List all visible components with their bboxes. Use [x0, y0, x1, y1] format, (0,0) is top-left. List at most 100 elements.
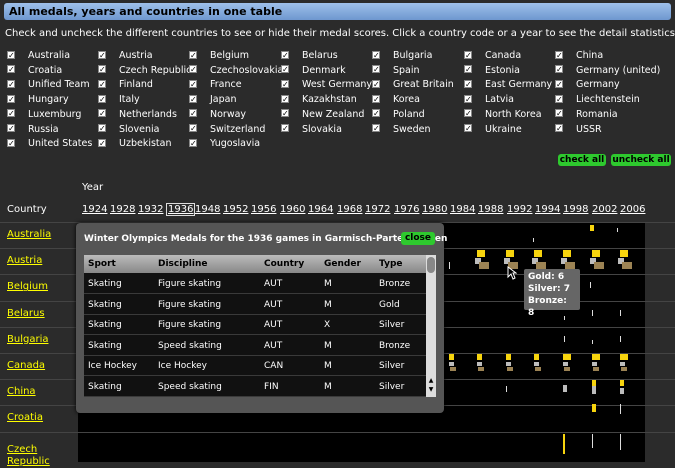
bronze-medal-mark[interactable] [564, 367, 570, 371]
country-checkbox-item[interactable]: ✓ Belarus [281, 49, 338, 63]
gold-medal-mark[interactable] [506, 354, 511, 360]
medal-tick-mark[interactable] [620, 336, 621, 342]
checkbox-checked-icon[interactable]: ✓ [7, 50, 15, 59]
medal-tick-mark[interactable] [620, 310, 621, 316]
checkbox-checked-icon[interactable]: ✓ [7, 94, 15, 103]
bronze-medal-mark[interactable] [479, 262, 489, 269]
uncheck-all-button[interactable]: uncheck all [611, 154, 671, 166]
checkbox-checked-icon[interactable]: ✓ [281, 109, 289, 118]
gold-medal-mark[interactable] [449, 354, 454, 360]
country-checkbox-item[interactable]: ✓ Czech Republic [98, 64, 191, 78]
country-checkbox-item[interactable]: ✓ Czechoslovakia [189, 64, 283, 78]
year-link[interactable]: 1994 [535, 204, 560, 215]
silver-medal-mark[interactable] [563, 385, 567, 392]
gold-medal-mark[interactable] [592, 354, 600, 360]
checkbox-checked-icon[interactable]: ✓ [281, 94, 289, 103]
silver-medal-mark[interactable] [506, 362, 511, 366]
checkbox-checked-icon[interactable]: ✓ [281, 65, 289, 74]
col-header-country[interactable]: Country [264, 255, 304, 273]
country-checkbox-item[interactable]: ✓ Slovenia [98, 123, 159, 137]
year-link[interactable]: 1964 [308, 204, 333, 215]
checkbox-checked-icon[interactable]: ✓ [189, 50, 197, 59]
checkbox-checked-icon[interactable]: ✓ [7, 109, 15, 118]
year-link[interactable]: 1992 [507, 204, 532, 215]
year-link[interactable]: 2002 [592, 204, 617, 215]
country-row-link[interactable]: Belarus [7, 308, 45, 320]
checkbox-checked-icon[interactable]: ✓ [281, 50, 289, 59]
country-checkbox-item[interactable]: ✓ China [555, 49, 603, 63]
medal-tick-mark[interactable] [617, 228, 618, 232]
bronze-medal-mark[interactable] [565, 262, 575, 269]
country-checkbox-item[interactable]: ✓ Finland [98, 78, 153, 92]
year-link[interactable]: 1968 [337, 204, 362, 215]
col-header-gender[interactable]: Gender [324, 255, 361, 273]
year-link[interactable]: 1972 [365, 204, 390, 215]
country-checkbox-item[interactable]: ✓ Australia [7, 49, 70, 63]
medal-tick-mark[interactable] [620, 404, 621, 414]
checkbox-checked-icon[interactable]: ✓ [7, 65, 15, 74]
country-row-link[interactable]: Belgium [7, 281, 48, 293]
silver-medal-mark[interactable] [620, 388, 624, 394]
country-checkbox-item[interactable]: ✓ Croatia [7, 64, 62, 78]
country-checkbox-item[interactable]: ✓ Russia [7, 123, 59, 137]
country-row-link[interactable]: Austria [7, 255, 42, 267]
bronze-medal-mark[interactable] [593, 367, 599, 371]
year-link[interactable]: 1928 [110, 204, 135, 215]
country-checkbox-item[interactable]: ✓ Yugoslavia [189, 137, 260, 151]
gold-medal-mark[interactable] [563, 250, 571, 257]
checkbox-checked-icon[interactable]: ✓ [464, 65, 472, 74]
checkbox-checked-icon[interactable]: ✓ [7, 124, 15, 133]
checkbox-checked-icon[interactable]: ✓ [372, 65, 380, 74]
medal-tick-mark[interactable] [592, 310, 593, 316]
check-all-button[interactable]: check all [558, 154, 606, 166]
country-checkbox-item[interactable]: ✓ Germany (united) [555, 64, 660, 78]
checkbox-checked-icon[interactable]: ✓ [281, 79, 289, 88]
country-checkbox-item[interactable]: ✓ Sweden [372, 123, 431, 137]
country-checkbox-item[interactable]: ✓ Japan [189, 93, 237, 107]
checkbox-checked-icon[interactable]: ✓ [98, 50, 106, 59]
gold-medal-mark[interactable] [563, 434, 565, 454]
checkbox-checked-icon[interactable]: ✓ [464, 109, 472, 118]
country-checkbox-item[interactable]: ✓ Unified Team [7, 78, 90, 92]
checkbox-checked-icon[interactable]: ✓ [555, 94, 563, 103]
gold-medal-mark[interactable] [506, 250, 514, 257]
checkbox-checked-icon[interactable]: ✓ [464, 50, 472, 59]
medal-tick-mark[interactable] [533, 238, 534, 242]
bronze-medal-mark[interactable] [450, 367, 456, 371]
year-link[interactable]: 1948 [195, 204, 220, 215]
checkbox-checked-icon[interactable]: ✓ [555, 65, 563, 74]
year-link[interactable]: 1932 [138, 204, 163, 215]
country-checkbox-item[interactable]: ✓ Italy [98, 93, 140, 107]
country-checkbox-item[interactable]: ✓ East Germany [464, 78, 552, 92]
country-checkbox-item[interactable]: ✓ Kazakhstan [281, 93, 357, 107]
gold-medal-mark[interactable] [620, 380, 624, 386]
country-checkbox-item[interactable]: ✓ West Germany [281, 78, 372, 92]
checkbox-checked-icon[interactable]: ✓ [189, 138, 197, 147]
gold-medal-mark[interactable] [590, 225, 594, 231]
country-checkbox-item[interactable]: ✓ Uzbekistan [98, 137, 171, 151]
medal-tick-mark[interactable] [592, 340, 593, 344]
country-checkbox-item[interactable]: ✓ Denmark [281, 64, 346, 78]
country-checkbox-item[interactable]: ✓ Latvia [464, 93, 514, 107]
country-checkbox-item[interactable]: ✓ Korea [372, 93, 420, 107]
country-checkbox-item[interactable]: ✓ Great Britain [372, 78, 454, 92]
checkbox-checked-icon[interactable]: ✓ [372, 124, 380, 133]
country-row-link[interactable]: Australia [7, 229, 51, 241]
bronze-medal-mark[interactable] [622, 262, 632, 269]
country-checkbox-item[interactable]: ✓ Spain [372, 64, 420, 78]
year-link[interactable]: 1956 [251, 204, 276, 215]
checkbox-checked-icon[interactable]: ✓ [98, 138, 106, 147]
checkbox-checked-icon[interactable]: ✓ [464, 79, 472, 88]
checkbox-checked-icon[interactable]: ✓ [281, 124, 289, 133]
country-checkbox-item[interactable]: ✓ Luxemburg [7, 108, 81, 122]
silver-medal-mark[interactable] [563, 362, 568, 366]
scrollbar-thumb[interactable] [427, 257, 435, 273]
checkbox-checked-icon[interactable]: ✓ [98, 94, 106, 103]
bronze-medal-mark[interactable] [478, 367, 484, 371]
year-link[interactable]: 1960 [280, 204, 305, 215]
country-checkbox-item[interactable]: ✓ Estonia [464, 64, 520, 78]
year-link[interactable]: 1980 [422, 204, 447, 215]
bronze-medal-mark[interactable] [621, 367, 627, 371]
silver-medal-mark[interactable] [449, 362, 454, 366]
gold-medal-mark[interactable] [592, 250, 600, 257]
